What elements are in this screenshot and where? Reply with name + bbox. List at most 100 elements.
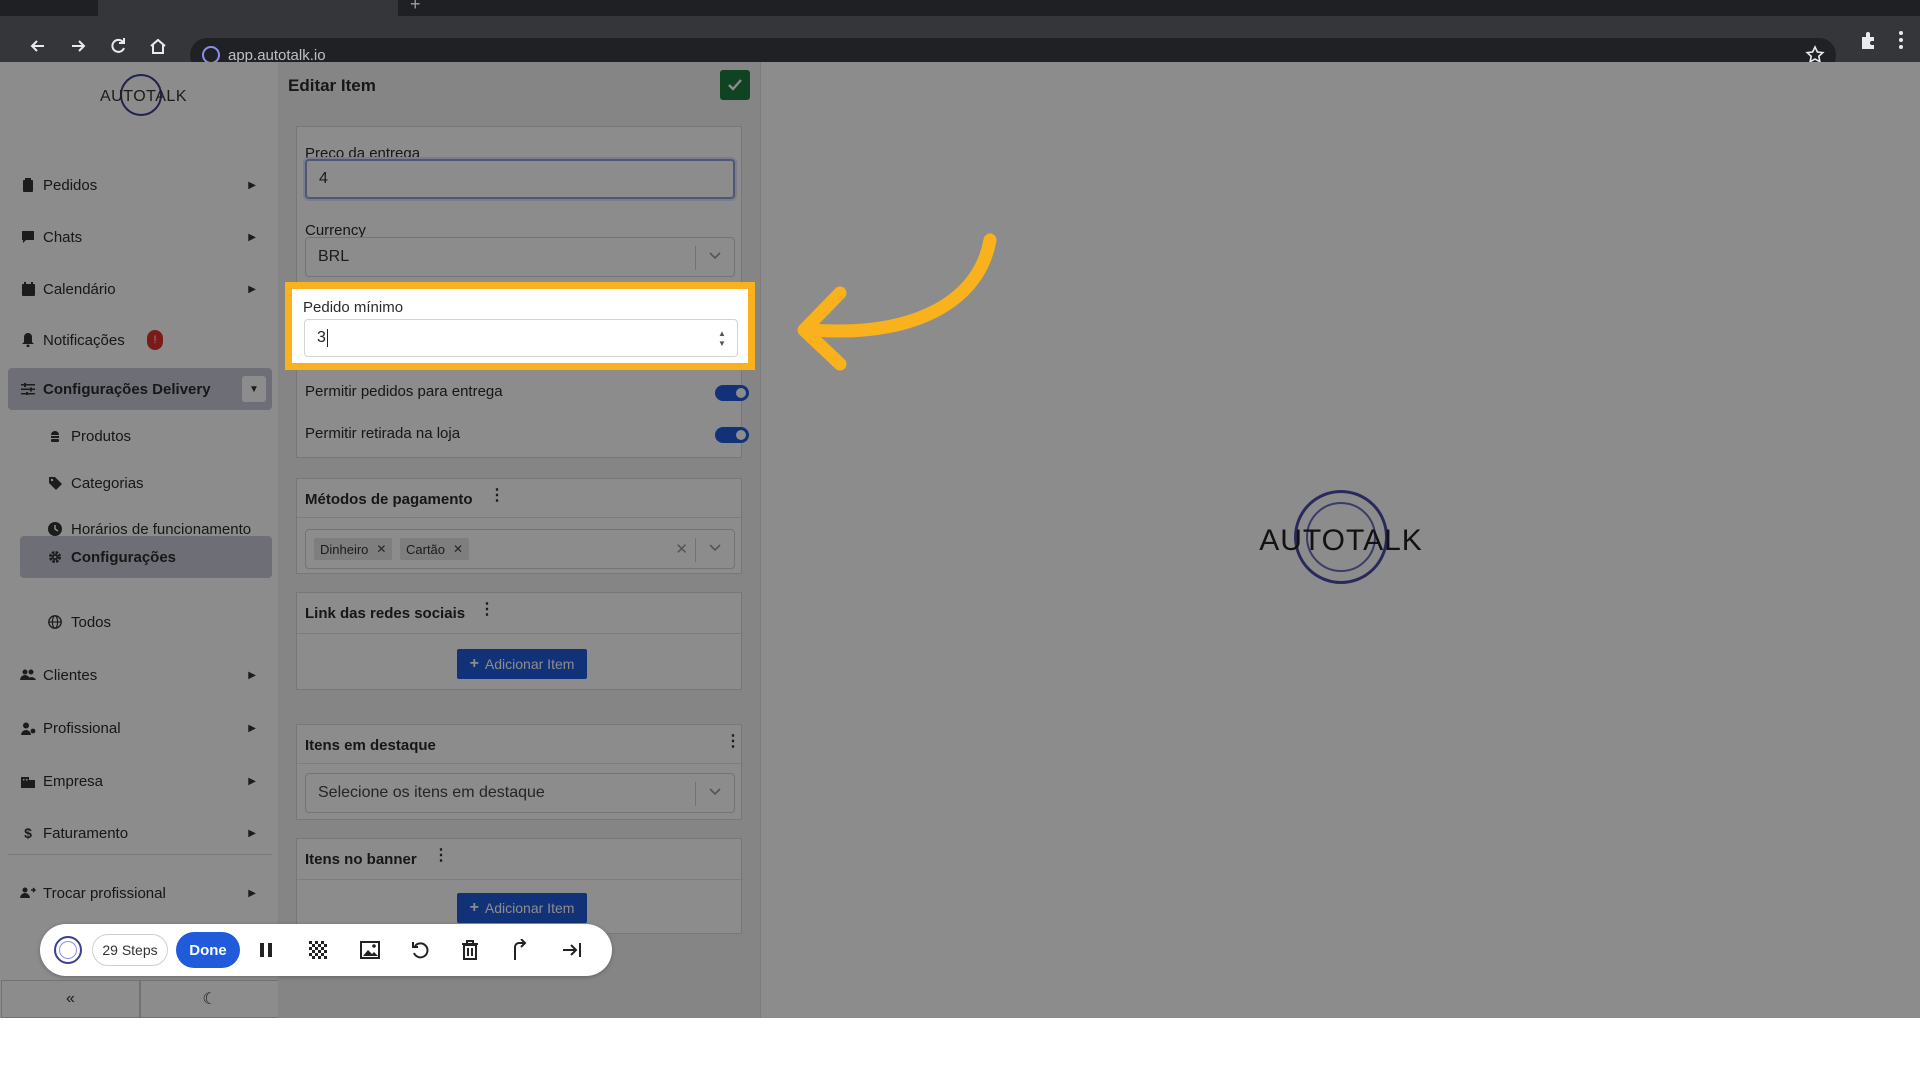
button-label: Adicionar Item	[484, 900, 575, 916]
chevron-down-icon[interactable]	[708, 540, 722, 554]
clear-icon[interactable]: ✕	[675, 540, 688, 558]
number-spinner-icon[interactable]: ▲ ▼	[717, 329, 727, 349]
notification-badge: !	[147, 330, 163, 350]
social-links-card: Link das redes sociais ⋮ + Adicionar Item	[296, 592, 742, 690]
sidebar-subitem-todos[interactable]: Todos	[20, 602, 272, 642]
sidebar-item-label: Configurações Delivery	[43, 380, 211, 398]
screen: + app.autotalk.io AUTOTALK Pedidos ▶ Cha…	[0, 0, 1920, 1018]
sidebar-item-trocar-profissional[interactable]: Trocar profissional ▶	[8, 872, 272, 914]
select-separator	[695, 246, 696, 270]
bell-icon	[20, 332, 36, 348]
chevron-right-icon: ▶	[248, 669, 256, 681]
chip-remove-icon[interactable]: ✕	[376, 542, 386, 556]
content-area: AUTOTALK	[761, 62, 1920, 1018]
add-banner-item-button[interactable]: + Adicionar Item	[457, 893, 587, 923]
payment-methods-select[interactable]: Dinheiro ✕ Cartão ✕ ✕	[305, 529, 735, 569]
sidebar-item-label: Faturamento	[43, 824, 129, 842]
clipboard-icon	[20, 177, 36, 193]
undo-icon[interactable]	[408, 938, 432, 962]
chevron-right-icon: ▶	[248, 231, 256, 243]
app: AUTOTALK Pedidos ▶ Chats ▶ Calendário ▶ …	[0, 62, 1920, 1018]
sidebar-item-label: Clientes	[43, 666, 98, 684]
chevron-down-icon[interactable]	[708, 784, 722, 798]
extensions-icon[interactable]	[1858, 29, 1880, 51]
sidebar-item-notificacoes[interactable]: Notificações !	[8, 319, 272, 361]
chevron-right-icon: ▶	[248, 827, 256, 839]
image-icon[interactable]	[358, 938, 382, 962]
callout-arrow-icon	[797, 233, 997, 371]
sidebar-item-chats[interactable]: Chats ▶	[8, 216, 272, 258]
sidebar-item-calendario[interactable]: Calendário ▶	[8, 268, 272, 310]
sidebar-item-clientes[interactable]: Clientes ▶	[8, 654, 272, 696]
chip-label: Cartão	[406, 541, 446, 557]
back-icon[interactable]	[24, 32, 52, 60]
card-divider	[297, 879, 741, 880]
reload-icon[interactable]	[104, 32, 132, 60]
sidebar-subitem-label: Todos	[71, 613, 112, 631]
dark-mode-toggle[interactable]: ☾	[140, 980, 279, 1018]
kebab-menu-icon[interactable]: ⋮	[489, 488, 505, 504]
new-tab-button[interactable]: +	[410, 0, 421, 15]
sidebar-item-label: Empresa	[43, 772, 104, 790]
social-links-title: Link das redes sociais	[305, 605, 466, 622]
chip-dinheiro: Dinheiro ✕	[314, 538, 393, 560]
chat-icon	[20, 229, 36, 245]
chip-cartao: Cartão ✕	[400, 538, 470, 560]
globe-icon	[47, 614, 63, 630]
sidebar-item-label: Chats	[43, 228, 83, 246]
sidebar-subitem-configuracoes[interactable]: Configurações	[20, 536, 272, 578]
toggle-retirada-switch[interactable]	[715, 427, 749, 443]
sidebar-item-pedidos[interactable]: Pedidos ▶	[8, 164, 272, 206]
text-cursor	[326, 329, 328, 347]
collapse-sidebar-button[interactable]: «	[1, 980, 140, 1018]
steps-counter[interactable]: 29 Steps	[92, 934, 168, 966]
share-arrow-icon[interactable]	[508, 938, 532, 962]
kebab-menu-icon[interactable]: ⋮	[725, 734, 741, 750]
pedido-minimo-input[interactable]: 3 ▲ ▼	[304, 319, 738, 357]
chevron-down-icon[interactable]: ▼	[242, 376, 266, 402]
trash-icon[interactable]	[458, 938, 482, 962]
kebab-menu-icon[interactable]: ⋮	[479, 602, 495, 618]
toggle-entrega-switch[interactable]	[715, 385, 749, 401]
card-divider	[297, 517, 741, 518]
button-label: Adicionar Item	[484, 656, 575, 672]
select-separator	[695, 782, 696, 806]
chevron-down-icon[interactable]	[708, 248, 722, 262]
sidebar-subitem-label: Produtos	[71, 427, 132, 445]
featured-items-card: Itens em destaque ⋮ Selecione os itens e…	[296, 724, 742, 820]
done-button[interactable]: Done	[176, 932, 240, 968]
dollar-icon: $	[24, 825, 32, 841]
skip-to-end-icon[interactable]	[560, 938, 584, 962]
pedido-minimo-label: Pedido mínimo	[303, 299, 404, 316]
chip-label: Dinheiro	[320, 541, 369, 557]
featured-items-select[interactable]: Selecione os itens em destaque	[305, 773, 735, 813]
sidebar-item-profissional[interactable]: Profissional ▶	[8, 707, 272, 749]
sidebar-subitem-categorias[interactable]: Categorias	[20, 463, 272, 503]
browser-menu-icon[interactable]	[1894, 29, 1908, 51]
chevron-right-icon: ▶	[248, 283, 256, 295]
payment-methods-card: Métodos de pagamento ⋮ Dinheiro ✕ Cartão ✕…	[296, 478, 742, 574]
sidebar-item-configuracoes-delivery[interactable]: Configurações Delivery ▼	[8, 368, 272, 410]
add-social-link-button[interactable]: + Adicionar Item	[457, 649, 587, 679]
chip-remove-icon[interactable]: ✕	[453, 542, 463, 556]
pause-icon[interactable]	[254, 938, 278, 962]
sidebar-subitem-produtos[interactable]: Produtos	[20, 416, 272, 456]
sidebar-item-faturamento[interactable]: $ Faturamento ▶	[8, 812, 272, 854]
select-placeholder: Selecione os itens em destaque	[318, 784, 545, 801]
forward-icon[interactable]	[64, 32, 92, 60]
sidebar-logo[interactable]: AUTOTALK	[100, 72, 186, 132]
sidebar-item-empresa[interactable]: Empresa ▶	[8, 760, 272, 802]
chevron-right-icon: ▶	[248, 179, 256, 191]
browser-toolbar: app.autotalk.io	[0, 16, 1920, 72]
kebab-menu-icon[interactable]: ⋮	[433, 848, 449, 864]
browser-tab[interactable]	[98, 0, 398, 16]
edit-panel: Editar Item Preço da entrega 4 Currency …	[278, 62, 761, 1018]
pedido-minimo-value: 3	[317, 329, 326, 346]
blur-icon[interactable]	[306, 938, 330, 962]
home-icon[interactable]	[144, 32, 172, 60]
preco-entrega-input[interactable]: 4	[305, 159, 735, 199]
save-button[interactable]	[720, 70, 750, 100]
recorder-logo-icon[interactable]	[54, 936, 82, 964]
hamburger-icon	[47, 428, 63, 444]
currency-select[interactable]: BRL	[305, 237, 735, 277]
